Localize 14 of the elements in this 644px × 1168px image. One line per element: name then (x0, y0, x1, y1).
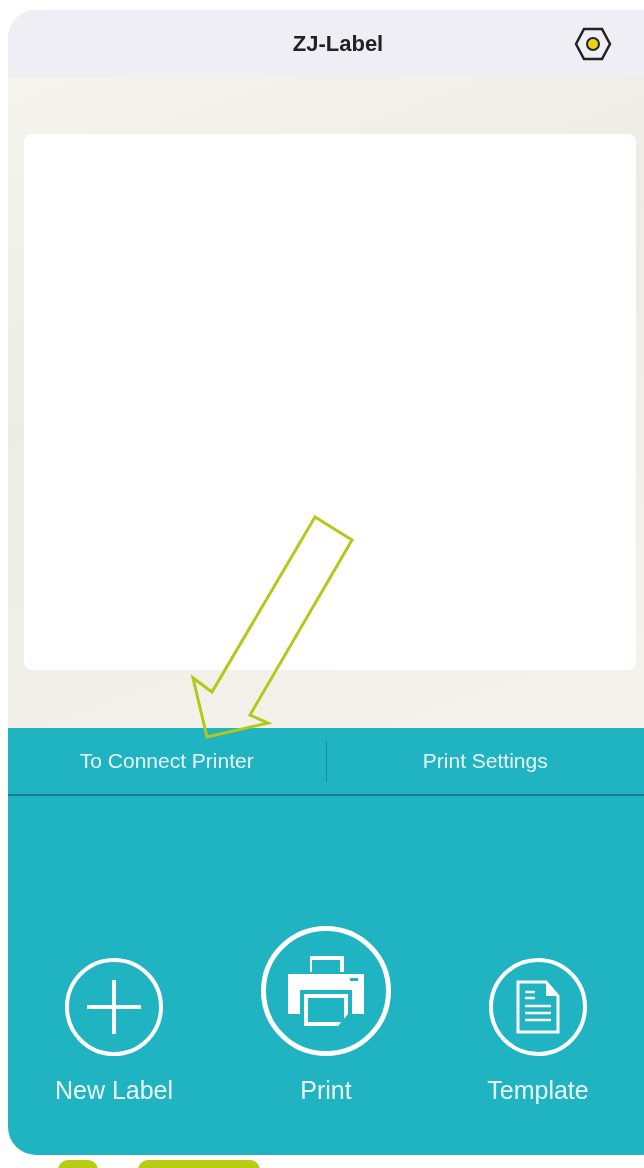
action-button[interactable] (489, 958, 587, 1056)
app-title: ZJ-Label (292, 31, 384, 57)
settings-icon[interactable] (574, 27, 612, 61)
printer-icon (288, 956, 364, 1026)
plus-icon (87, 980, 141, 1034)
action-button[interactable] (65, 958, 163, 1056)
action-label[interactable]: New Label (54, 1076, 174, 1105)
action-button[interactable] (261, 926, 391, 1056)
action-label[interactable]: Template (487, 1076, 589, 1105)
toolbar-tab[interactable]: To Connect Printer (8, 741, 326, 781)
action-label[interactable]: Print (300, 1076, 352, 1105)
toolbar-tab[interactable]: Print Settings (326, 741, 644, 781)
document-icon (516, 980, 560, 1034)
arrow-icon (190, 514, 355, 739)
